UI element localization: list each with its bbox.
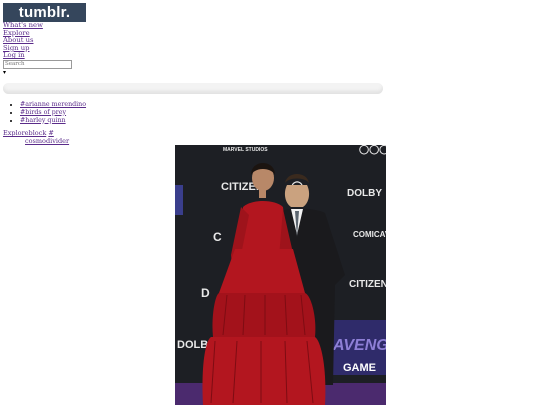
- tag-item: #birds of prey: [20, 109, 86, 117]
- svg-text:D: D: [201, 286, 210, 300]
- main-nav: What's new Explore About us Sign up Log …: [3, 21, 43, 60]
- svg-text:COMICAVE: COMICAVE: [353, 230, 386, 239]
- svg-text:CITIZEN: CITIZEN: [349, 279, 386, 290]
- svg-text:DOLBY: DOLBY: [347, 188, 382, 199]
- tumblr-logo[interactable]: tumblr.: [3, 3, 86, 22]
- chevron-down-icon[interactable]: ▾: [3, 69, 6, 76]
- svg-text:MARVEL STUDIOS: MARVEL STUDIOS: [223, 147, 268, 153]
- tag-list: #arianne merendino #birds of prey #harle…: [11, 101, 86, 124]
- tag-item: #harley quinn: [20, 117, 86, 125]
- svg-text:AVENGERS: AVENGERS: [332, 337, 386, 354]
- post-footer-links: Exploreblock # cosmodivider: [3, 129, 69, 145]
- svg-text:C: C: [213, 230, 222, 244]
- svg-text:GAME: GAME: [343, 362, 376, 374]
- tag-link[interactable]: #birds of prey: [20, 109, 66, 116]
- nav-log-in[interactable]: Log in: [3, 52, 43, 60]
- tag-link[interactable]: #harley quinn: [20, 117, 66, 124]
- tag-item: #arianne merendino: [20, 101, 86, 109]
- search-input[interactable]: [3, 60, 72, 69]
- post-header-bar: [3, 83, 383, 94]
- post-photo[interactable]: MARVEL STUDIOS ◯◯◯ CITIZEN DOLBY COMICAV…: [175, 145, 386, 405]
- red-carpet-photo: MARVEL STUDIOS ◯◯◯ CITIZEN DOLBY COMICAV…: [175, 145, 386, 405]
- tag-link[interactable]: #arianne merendino: [20, 101, 86, 108]
- username-link[interactable]: cosmodivider: [25, 137, 69, 145]
- svg-text:◯◯◯: ◯◯◯: [359, 145, 386, 155]
